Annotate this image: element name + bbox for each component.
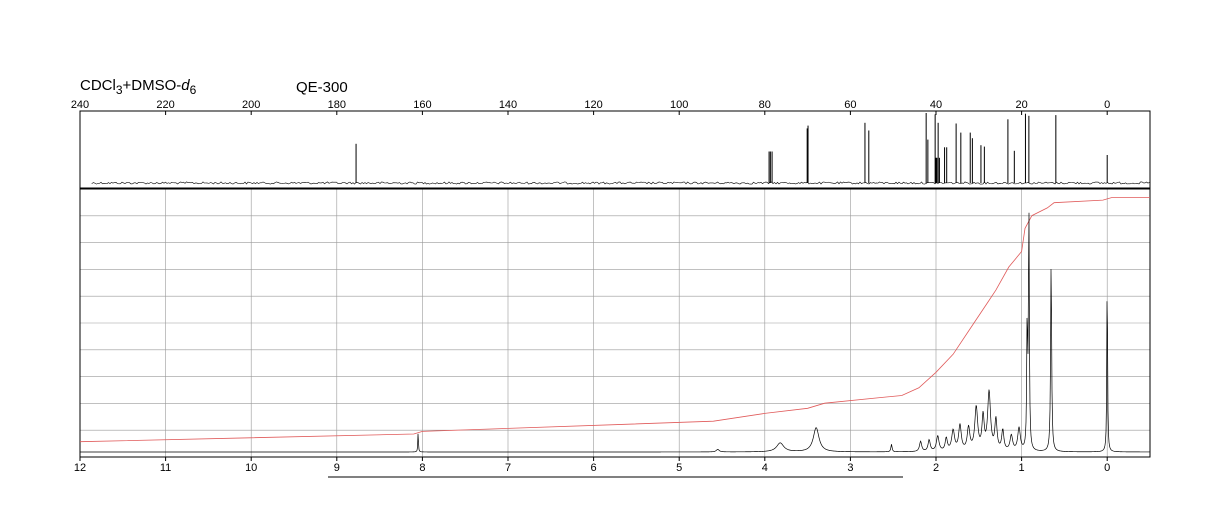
c13-tick-label: 40 [930,99,942,111]
c13-tick-label: 220 [156,99,174,111]
c13-frame [79,110,1151,189]
h1-tick-label: 12 [74,462,86,474]
c13-tick-label: 160 [413,99,431,111]
c13-tick-label: 0 [1104,99,1110,111]
h1-tick-label: 0 [1104,462,1110,474]
c13-tick-label: 60 [844,99,856,111]
h1-tick-label: 10 [245,462,257,474]
c13-tick-label: 180 [328,99,346,111]
c13-tick-label: 20 [1015,99,1027,111]
h1-tick-label: 4 [762,462,768,474]
c13-spectrum-panel: 240 220 200 180 160 140 120 100 80 60 40 20 0 [71,99,1151,189]
h1-tick-label: 3 [847,462,853,474]
c13-tick-label: 140 [499,99,517,111]
h1-integral-curve [79,197,1150,443]
h1-spectrum-panel: 12 11 10 9 8 7 6 5 4 3 2 1 0 [74,188,1151,478]
h1-tick-label: 6 [591,462,597,474]
h1-tick-label: 5 [676,462,682,474]
h1-tick-label: 7 [505,462,511,474]
c13-tick-label: 120 [584,99,602,111]
c13-tick-label: 100 [670,99,688,111]
h1-spectrum-line [80,212,1150,453]
h1-tick-label: 1 [1019,462,1025,474]
nmr-chart: 240 220 200 180 160 140 120 100 80 60 40 20 0 12 11 10… [71,99,1151,478]
h1-tick-label: 9 [334,462,340,474]
h1-tick-label: 8 [419,462,425,474]
c13-tick-label: 80 [759,99,771,111]
h1-tick-label: 11 [160,462,171,474]
c13-tick-label: 200 [242,99,260,111]
h1-tick-label: 2 [933,462,939,474]
c13-tick-label: 240 [71,99,89,111]
c13-baseline [91,181,1150,185]
